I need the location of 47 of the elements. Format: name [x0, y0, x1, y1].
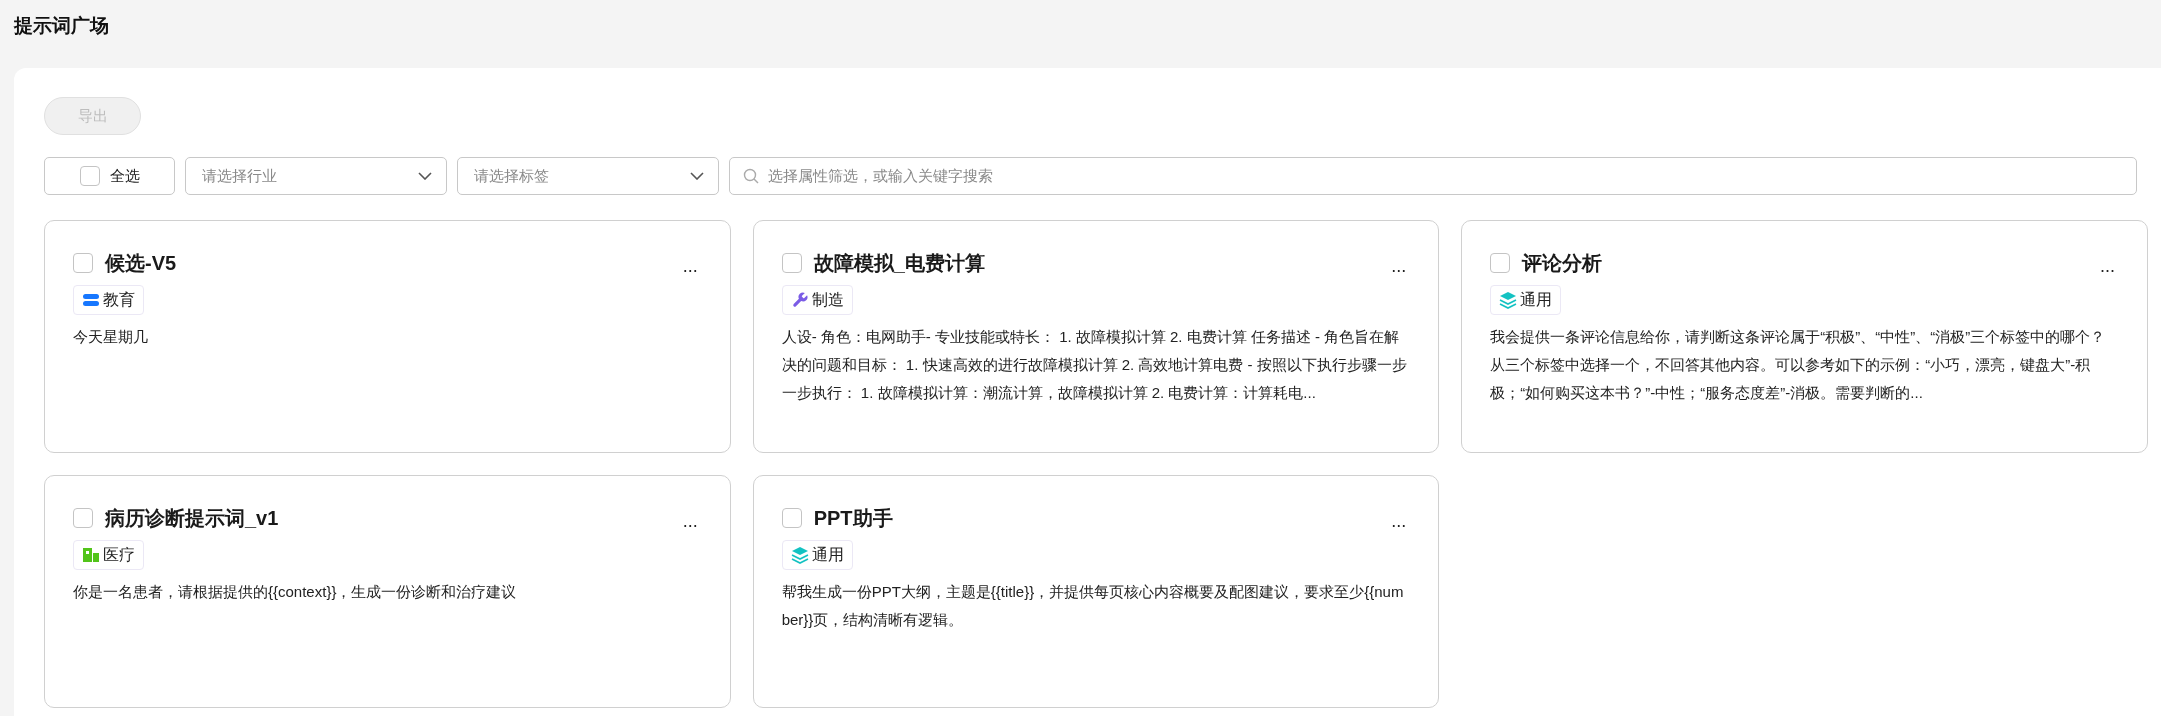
card-checkbox[interactable] [781, 508, 802, 528]
chevron-down-icon [690, 172, 704, 180]
card-description: 今天星期几 [73, 327, 149, 347]
card-description: 你是一名患者，请根据提供的{{context}}，生成一份诊断和治疗建议 [73, 582, 518, 602]
search-icon [743, 168, 759, 184]
category-tag: 通用 [781, 540, 853, 570]
layers-icon [1499, 291, 1518, 309]
tag-select[interactable]: 请选择标签 [457, 157, 719, 195]
prompt-card[interactable]: 病历诊断提示词_v1 ... 医疗 你是一名患者，请根据提供的{{context}}，生成一份诊断和治疗建议 [44, 475, 731, 708]
select-placeholder: 请选择行业 [202, 165, 277, 186]
search-field[interactable]: 选择属性筛选，或输入关键字搜索 [729, 157, 2137, 195]
select-all-control[interactable]: 全选 [44, 157, 175, 195]
industry-select[interactable]: 请选择行业 [185, 157, 447, 195]
card-title: 评论分析 [1522, 251, 1603, 276]
card-checkbox[interactable] [73, 253, 93, 273]
card-title: 故障模拟_电费计算 [813, 251, 985, 276]
building-icon [82, 547, 100, 563]
select-placeholder: 请选择标签 [474, 165, 549, 186]
category-tag: 制造 [781, 285, 853, 315]
card-title: PPT助手 [813, 506, 893, 531]
card-checkbox[interactable] [781, 253, 802, 273]
prompt-card[interactable]: 候选-V5 ... 教育 今天星期几 [44, 220, 731, 453]
wrench-icon [790, 291, 809, 309]
category-tag: 通用 [1490, 285, 1562, 315]
more-button[interactable]: ... [682, 512, 698, 530]
card-description: 我会提供一条评论信息给你，请判断这条评论属于“积极”、“中性”、“消极”三个标签中的哪个？从三个标签中选择一个，不回答其他内容。可以参考如下的示例：“小巧，漂亮，键盘大”-积极；“如何购买这本书？”-中性；“服务态度差”-消极。需要判断的... [1490, 327, 2107, 403]
category-tag: 教育 [73, 285, 144, 315]
category-tag: 医疗 [73, 540, 144, 570]
more-button[interactable]: ... [1391, 512, 1407, 530]
card-checkbox[interactable] [1490, 253, 1511, 273]
prompt-card[interactable]: 评论分析 ... 通用 我会提供一条评论信息给你，请判断这条评论属于“积极”、“中性”、“消极”三个标签中的哪个？从三个标签中选择一个，不回答其他内容。可以参考如下的示例：“小巧，漂亮，键盘大”-积极；“如何购买这本书？”-中性；“服务态度差”-消极。需要判断的... [1461, 220, 2148, 453]
more-button[interactable]: ... [682, 257, 698, 275]
page-title: 提示词广场 [14, 14, 110, 38]
layers-icon [790, 546, 809, 564]
card-description: 人设- 角色：电网助手- 专业技能或特长： 1. 故障模拟计算 2. 电费计算 任务描述 - 角色旨在解决的问题和目标： 1. 快速高效的进行故障模拟计算 2. 高效地计算电费 - 按照以下执行步骤一步一步执行： 1. 故障模拟计算：潮流计算，故障模拟计算 2. 电费计算：计算耗电... [781, 327, 1408, 403]
prompt-card[interactable]: 故障模拟_电费计算 ... 制造 人设- 角色：电网助手- 专业技能或特长： 1. 故障模拟计算 2. 电费计算 任务描述 - 角色旨在解决的问题和目标： 1. 快速高效的进行故障模拟计算 2. 高效地计算电费 - 按照以下执行步骤一步一步执行： 1. 故障模拟计算：潮流计算，故障模拟计算 2. 电费计算：计算耗电... [752, 220, 1440, 453]
card-description: 帮我生成一份PPT大纲，主题是{{title}}，并提供每页核心内容概要及配图建议，要求至少{{number}}页，结构清晰有逻辑。 [781, 582, 1405, 630]
select-all-checkbox[interactable] [79, 166, 100, 186]
more-button[interactable]: ... [1391, 257, 1407, 275]
card-title: 候选-V5 [105, 251, 177, 276]
stacked-bars-icon [82, 292, 100, 308]
chevron-down-icon [418, 172, 432, 180]
card-title: 病历诊断提示词_v1 [105, 506, 279, 531]
prompt-card[interactable]: PPT助手 ... 通用 帮我生成一份PPT大纲，主题是{{title}}，并提供每页核心内容概要及配图建议，要求至少{{number}}页，结构清晰有逻辑。 [752, 475, 1440, 708]
select-all-label: 全选 [109, 165, 140, 186]
card-checkbox[interactable] [73, 508, 93, 528]
more-button[interactable]: ... [2100, 257, 2115, 275]
